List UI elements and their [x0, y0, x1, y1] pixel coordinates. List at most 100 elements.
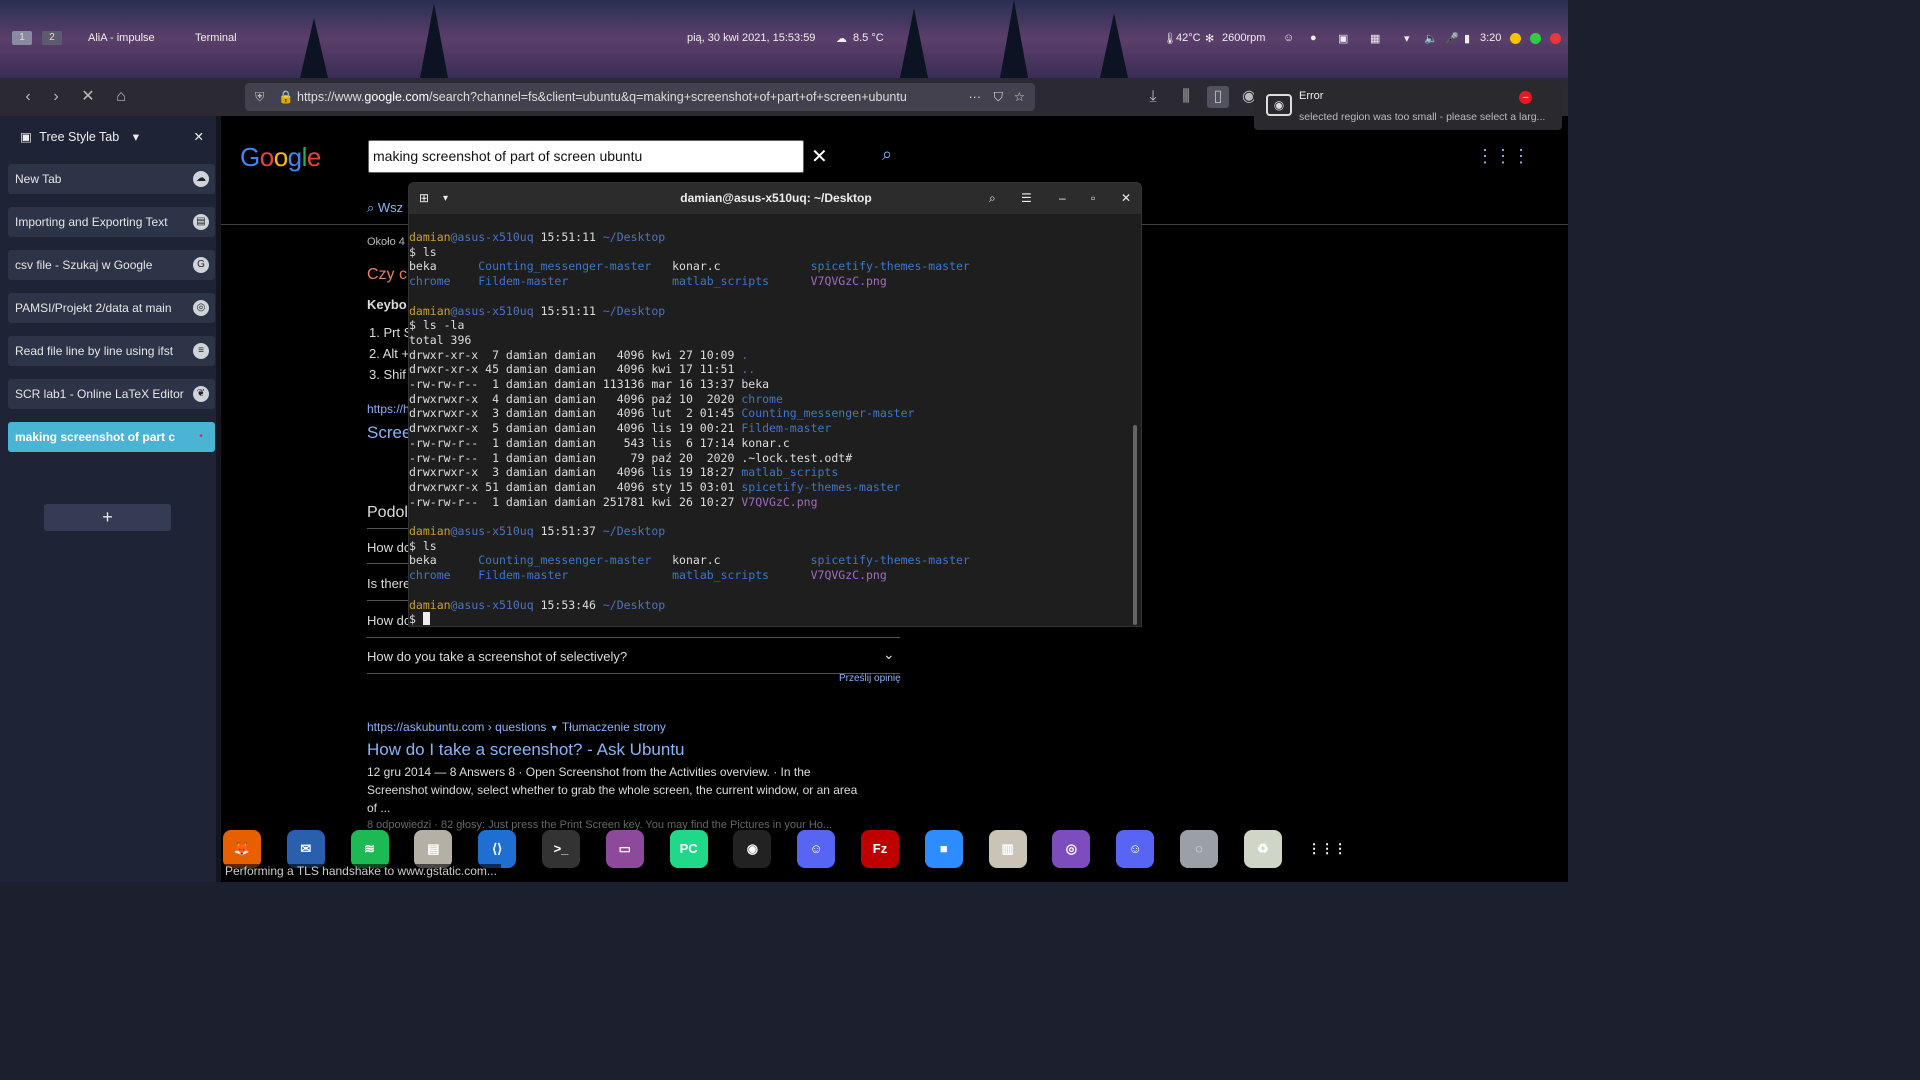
maximize-dot-icon[interactable] [1530, 33, 1541, 44]
volume-icon[interactable]: 🔈 [1424, 32, 1438, 45]
search-icon[interactable]: ⌕ [989, 183, 996, 214]
related-question[interactable]: How do [367, 613, 411, 628]
vscode-icon[interactable]: ⟨⟩ [478, 830, 517, 868]
battery-icon[interactable]: ▮ [1464, 32, 1470, 45]
home-icon[interactable]: ⌂ [110, 86, 132, 108]
related-question[interactable]: How do [367, 540, 411, 555]
apps-grid-icon[interactable]: ⋮⋮⋮ [1476, 146, 1530, 167]
chevron-down-icon[interactable]: ⌄ [883, 646, 895, 663]
search-icon[interactable]: ⌕ [882, 144, 892, 165]
google-logo[interactable]: Google [240, 142, 321, 173]
sidebar-tab[interactable]: New Tab ☁ [8, 164, 215, 194]
search-input[interactable]: making screenshot of part of screen ubun… [368, 140, 804, 173]
camera-icon: ◉ [1266, 94, 1292, 116]
weather-temp[interactable]: 8.5 °C [853, 32, 884, 44]
sidebar-tab[interactable]: Importing and Exporting Text ▤ [8, 207, 215, 237]
minimize-icon[interactable]: – [1059, 183, 1066, 214]
spotify-icon[interactable]: ≋ [350, 830, 389, 868]
terminal-output[interactable]: damian@asus-x510uq 15:51:11 ~/Desktop $ l… [409, 230, 1134, 626]
tree-style-tab-sidebar: ▣ Tree Style Tab ▾ ✕ New Tab ☁ Importing a… [0, 116, 216, 882]
new-tab-icon[interactable]: ⊞ [419, 183, 429, 214]
file-entry: V7QVGzC.png [810, 274, 887, 289]
sidebar-toggle-icon[interactable]: ▯ [1207, 86, 1229, 108]
chevron-down-icon[interactable]: ▾ [133, 130, 139, 144]
download-icon[interactable]: ⤓ [1142, 86, 1164, 108]
sidebar-tab[interactable]: making screenshot of part c • [8, 422, 215, 452]
url-domain: google.com [364, 90, 430, 104]
terminal-line: damian@asus-x510uq 15:53:46 ~/Desktop [409, 597, 666, 612]
terminal-window[interactable]: ⊞ ▾ damian@asus-x510uq: ~/Desktop ⌕ ☰ – … [408, 182, 1142, 627]
sidebar-tab[interactable]: SCR lab1 - Online LaTeX Editor ❦ [8, 379, 215, 409]
files-icon[interactable]: ▤ [414, 830, 453, 868]
github-icon[interactable]: ◎ [1052, 830, 1091, 868]
url-path: /search?channel=fs&client=ubuntu&q=makin… [429, 90, 907, 104]
close-icon[interactable]: ✕ [1121, 183, 1131, 214]
sidebar-tab[interactable]: PAMSI/Projekt 2/data at main ◎ [8, 293, 215, 323]
lock-icon: 🔒 [278, 90, 294, 104]
chevron-down-icon[interactable]: ▾ [443, 183, 448, 214]
sidebar-tab-icon: ▣ [20, 130, 32, 144]
thunderbird-icon[interactable]: ✉ [286, 830, 325, 868]
sidebar-header[interactable]: ▣ Tree Style Tab ▾ ✕ [8, 124, 208, 150]
firefox-icon[interactable]: 🦊 [223, 830, 261, 868]
window-item-alia[interactable]: AliA - impulse [88, 32, 155, 44]
filezilla-icon[interactable]: Fz [861, 830, 899, 868]
terminal-line: -rw-rw-r-- 1 damian damian 79 paź 20 202… [409, 450, 853, 465]
status-bar: Performing a TLS handshake to www.gstati… [221, 864, 501, 882]
tray-app-icon[interactable]: ● [1310, 32, 1317, 44]
workspace-1[interactable]: 1 [12, 31, 32, 45]
close-icon[interactable]: ✕ [194, 124, 204, 150]
terminal-line: damian@asus-x510uq 15:51:37 ~/Desktop [409, 524, 666, 539]
sidebar-tab-label: Importing and Exporting Text [15, 215, 168, 229]
sidebar-tab[interactable]: Read file line by line using ifst ≡ [8, 336, 215, 366]
sidebar-tab-label: csv file - Szukaj w Google [15, 258, 153, 272]
clock[interactable]: pią, 30 kwi 2021, 15:53:59 [687, 32, 815, 44]
pycharm-icon[interactable]: PC [669, 830, 708, 868]
qr-tray-icon[interactable]: ▦ [1370, 32, 1380, 45]
related-question[interactable]: Is there [367, 576, 410, 591]
discord2-icon[interactable]: ☺ [1116, 830, 1155, 868]
result-title[interactable]: Scree [367, 423, 411, 443]
menu-icon[interactable]: ☰ [1021, 183, 1032, 214]
screenshot-icon[interactable]: ▭ [605, 830, 644, 868]
maximize-icon[interactable]: ▫ [1091, 183, 1095, 214]
terminal-titlebar[interactable]: ⊞ ▾ damian@asus-x510uq: ~/Desktop ⌕ ☰ – … [409, 183, 1141, 214]
discord-tray-icon[interactable]: ☺ [1283, 32, 1294, 44]
result-title[interactable]: How do I take a screenshot? - Ask Ubuntu [367, 740, 685, 760]
sidebar-tab[interactable]: csv file - Szukaj w Google G [8, 250, 215, 280]
terminal-icon[interactable]: >_ [542, 830, 580, 868]
back-icon[interactable]: ‹ [17, 86, 39, 108]
pocket-icon[interactable]: ⛉ [993, 83, 1003, 111]
result-url[interactable]: https://askubuntu.com › questions ▼ Tłum… [367, 720, 666, 734]
feedback-link[interactable]: Prześlij opinię [839, 673, 901, 684]
apps-icon[interactable]: ⋮⋮⋮ [1308, 830, 1347, 868]
zoom-icon[interactable]: ■ [924, 830, 963, 868]
workspace-2[interactable]: 2 [42, 31, 62, 45]
obs-icon[interactable]: ◉ [733, 830, 772, 868]
error-notification[interactable]: ◉ Error selected region was too small - … [1254, 80, 1562, 130]
file-entry: Fildem-master [478, 274, 569, 289]
screenshot-tray-icon[interactable]: ▣ [1338, 32, 1348, 45]
discord-icon[interactable]: ☺ [797, 830, 836, 868]
close-dot-icon[interactable] [1550, 33, 1561, 44]
library-icon[interactable]: ⫼ [1175, 86, 1197, 108]
result-url[interactable]: https://h [367, 402, 410, 416]
archive-icon[interactable]: ▥ [988, 830, 1027, 868]
wifi-icon[interactable]: ▾ [1404, 32, 1410, 45]
minimize-dot-icon[interactable] [1510, 33, 1521, 44]
more-actions-icon[interactable]: ··· [962, 83, 981, 111]
related-question[interactable]: How do you take a screenshot of selectiv… [367, 649, 627, 664]
bookmark-star-icon[interactable]: ☆ [1013, 83, 1025, 111]
forward-icon[interactable]: › [45, 86, 67, 108]
microphone-icon[interactable]: 🎤 [1445, 32, 1459, 45]
disks-icon[interactable]: ◌ [1180, 830, 1218, 868]
list-item: 3. Shif [369, 367, 406, 382]
stop-icon[interactable]: ✕ [77, 86, 99, 108]
url-bar[interactable]: ⛨ 🔒 https://www.google.com/search?channe… [245, 83, 1035, 111]
trash-icon[interactable]: ♻ [1243, 830, 1282, 868]
window-item-terminal[interactable]: Terminal [195, 32, 237, 44]
tab-all[interactable]: ⌕ Wsz [367, 200, 403, 216]
add-tab-button[interactable]: + [44, 504, 171, 531]
terminal-scrollbar[interactable] [1133, 425, 1137, 625]
clear-search-icon[interactable]: ✕ [811, 144, 828, 169]
